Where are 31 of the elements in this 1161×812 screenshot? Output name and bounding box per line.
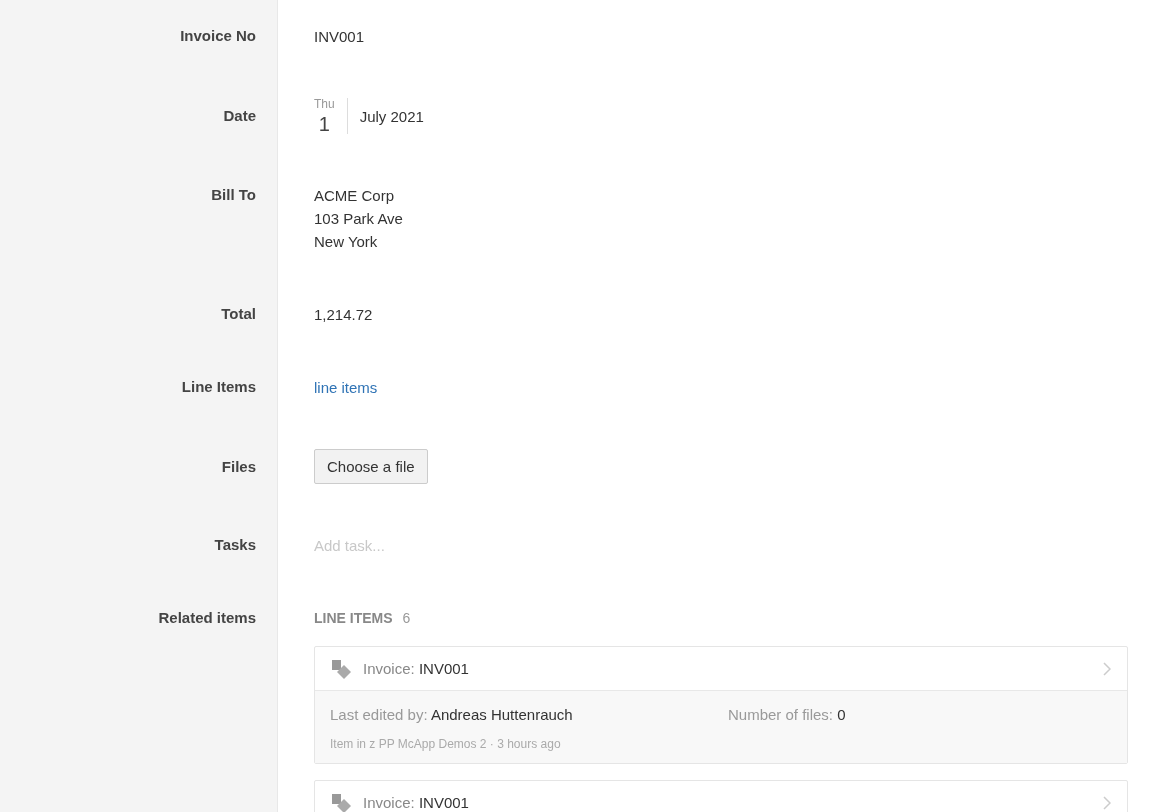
item-meta-text: Item in z PP McApp Demos 2 · 3 hours ago	[330, 736, 562, 753]
day-number: 1	[318, 114, 330, 134]
chevron-right-icon[interactable]	[1103, 661, 1111, 676]
field-label: Total	[220, 304, 256, 324]
field-label: Related items	[157, 608, 256, 628]
tag-icon	[331, 792, 353, 812]
field-label: Bill To	[210, 185, 256, 205]
weekday-text: Thu	[314, 98, 335, 110]
field-label: Files	[220, 456, 256, 477]
field-value: 1,214.72	[314, 306, 373, 323]
related-item-card[interactable]: Invoice: INV001	[314, 780, 1128, 812]
line-items-link[interactable]: line items	[314, 379, 378, 396]
last-edited-text: Last edited by: Andreas Huttenrauch	[330, 705, 574, 725]
field-label: Date	[222, 106, 256, 126]
field-label: Invoice No	[179, 26, 256, 46]
address-line: New York	[314, 232, 379, 252]
related-item-card[interactable]: Invoice: INV001 Last edited by: Andreas Huttenrauch Number of files: 0 Item in z PP McApp Demos 2 · 3 hours ago	[314, 646, 1128, 764]
field-label: Tasks	[213, 535, 256, 555]
address-line: ACME Corp	[314, 186, 396, 206]
field-label: Line Items	[180, 377, 256, 397]
month-year-text: July 2021	[359, 106, 424, 127]
address-line: 103 Park Ave	[314, 209, 404, 229]
card-title[interactable]: Invoice: INV001	[363, 791, 469, 812]
choose-file-button[interactable]: Choose a file	[314, 449, 428, 484]
chevron-right-icon[interactable]	[1103, 795, 1111, 810]
item-count: 6	[402, 610, 411, 626]
file-count-text: Number of files: 0	[728, 705, 847, 725]
tag-icon	[331, 658, 353, 679]
section-heading: LINE ITEMS	[314, 610, 393, 626]
card-title[interactable]: Invoice: INV001	[363, 657, 469, 680]
field-value: INV001	[314, 28, 365, 45]
